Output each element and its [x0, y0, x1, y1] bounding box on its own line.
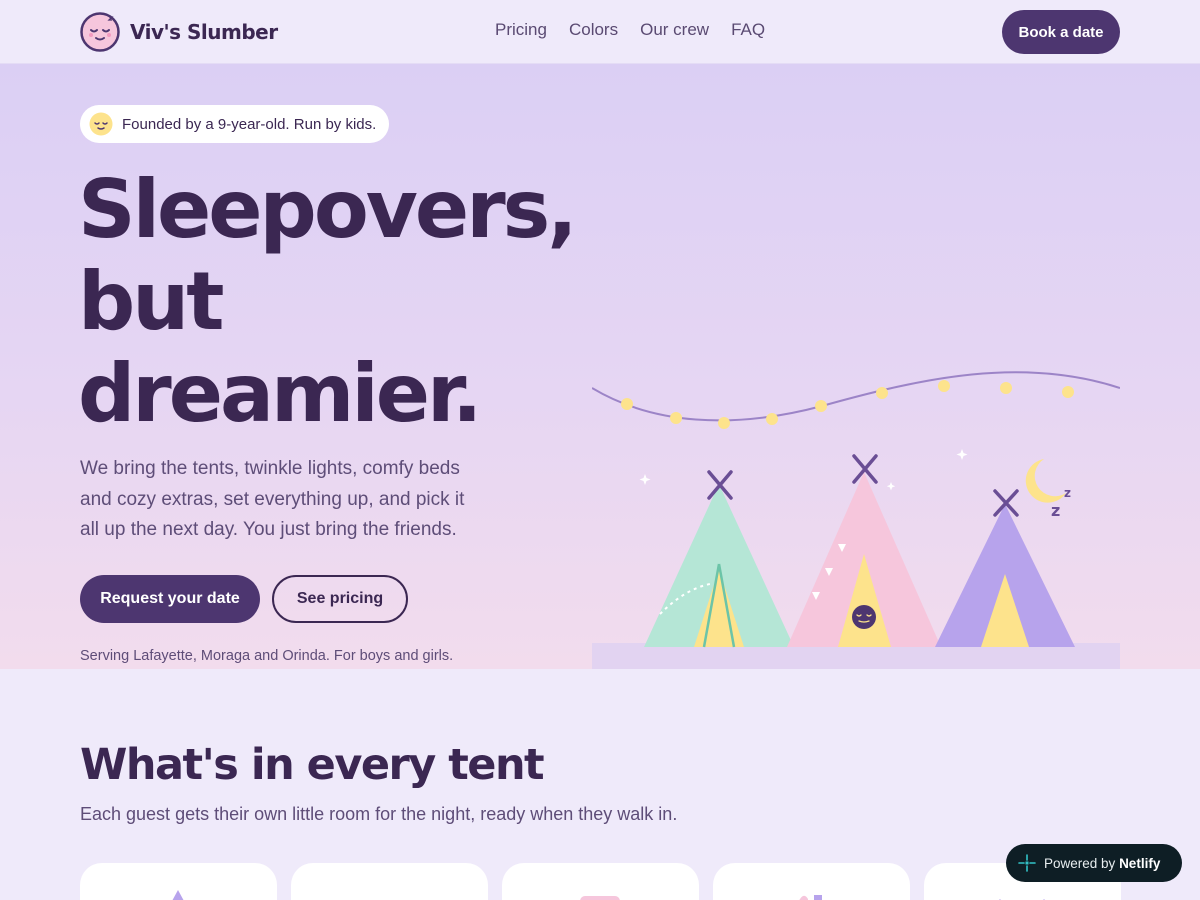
hero-title-line-2: but [78, 255, 224, 348]
string-light-bulbs [621, 380, 1074, 429]
tent-icon [172, 890, 184, 900]
book-a-date-button[interactable]: Book a date [1002, 10, 1120, 54]
sparkle-icons [639, 449, 968, 491]
hero-title-line-1: Sleepovers, [78, 163, 578, 256]
netlify-text: Powered by Netlify [1044, 856, 1160, 871]
netlify-brand: Netlify [1119, 855, 1161, 871]
brand[interactable]: Viv's Slumber [80, 12, 278, 52]
hero-title-line-3: dreamier. [78, 347, 482, 440]
nav-links: Pricing Colors Our crew FAQ [495, 20, 765, 40]
hero-section: Founded by a 9-year-old. Run by kids. Sl… [0, 64, 1200, 669]
mint-tent [644, 470, 794, 648]
hero-subtitle: We bring the tents, twinkle lights, comf… [80, 458, 465, 540]
pillow-icon [580, 896, 620, 900]
sleeping-face-icon [80, 12, 120, 52]
netlify-badge[interactable]: Powered by Netlify [1006, 844, 1182, 882]
feature-cards [80, 863, 1121, 900]
zz-icon: z [1051, 501, 1060, 520]
pink-tent [787, 454, 941, 647]
feature-card [502, 863, 699, 900]
feature-card [291, 863, 488, 900]
sleeping-face-icon [852, 605, 876, 629]
string-lights-wire [592, 371, 1120, 422]
heart-icon [799, 895, 822, 900]
service-area-note: Serving Lafayette, Moraga and Orinda. Fo… [80, 648, 454, 664]
nav-link-colors[interactable]: Colors [569, 20, 618, 40]
section-title: What's in every tent [80, 740, 545, 790]
crescent-moon-icon [1025, 459, 1066, 503]
nav-link-pricing[interactable]: Pricing [495, 20, 547, 40]
nav-link-our-crew[interactable]: Our crew [640, 20, 709, 40]
nav-link-faq[interactable]: FAQ [731, 20, 765, 40]
feature-card [713, 863, 910, 900]
sleeping-face-icon [89, 112, 113, 136]
tents-illustration: z z [592, 371, 1120, 669]
see-pricing-button[interactable]: See pricing [272, 575, 408, 623]
founded-badge: Founded by a 9-year-old. Run by kids. [80, 105, 390, 143]
netlify-prefix: Powered by [1044, 855, 1116, 871]
netlify-logo-icon [1018, 854, 1036, 872]
brand-name: Viv's Slumber [130, 20, 278, 44]
section-subtitle: Each guest gets their own little room fo… [80, 804, 678, 824]
top-nav: Viv's Slumber Pricing Colors Our crew FA… [0, 0, 1200, 64]
hero-title: Sleepovers, but dreamier. [78, 163, 578, 440]
feature-card [80, 863, 277, 900]
svg-text:z: z [1064, 486, 1071, 500]
badge-text: Founded by a 9-year-old. Run by kids. [122, 115, 377, 133]
request-date-button[interactable]: Request your date [80, 575, 260, 623]
